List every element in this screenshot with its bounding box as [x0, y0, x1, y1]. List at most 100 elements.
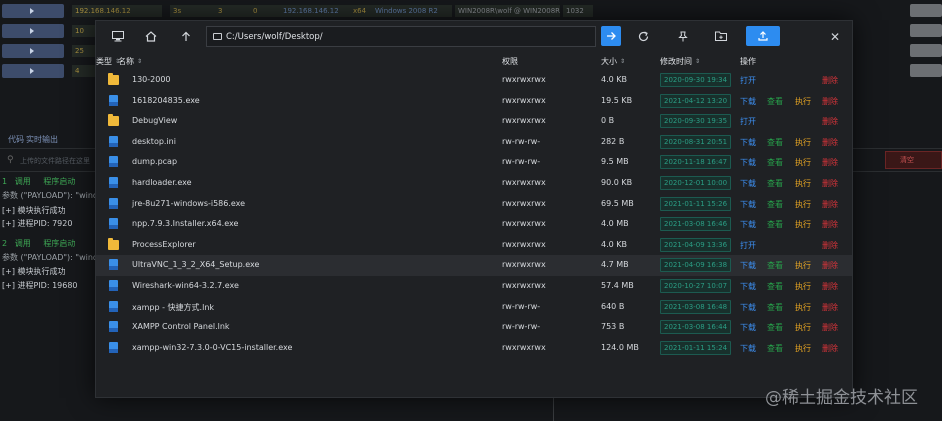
- delete-action[interactable]: 删除: [822, 116, 838, 127]
- delete-action[interactable]: 删除: [822, 137, 838, 148]
- file-name[interactable]: UltraVNC_1_3_2_X64_Setup.exe: [132, 260, 259, 269]
- view-action[interactable]: 查看: [767, 302, 783, 313]
- path-field[interactable]: [206, 26, 596, 47]
- open-action[interactable]: 打开: [740, 75, 756, 86]
- file-row[interactable]: ProcessExplorer rwxrwxrwx 4.0 KB 2021-04-09…: [96, 235, 852, 256]
- file-name[interactable]: 130-2000: [132, 75, 171, 84]
- open-action[interactable]: 打开: [740, 116, 756, 127]
- exec-action[interactable]: 执行: [795, 137, 811, 148]
- file-name[interactable]: DebugView: [132, 116, 177, 125]
- file-row[interactable]: hardloader.exe rwxrwxrwx 90.0 KB 2020-12-01…: [96, 173, 852, 194]
- file-name[interactable]: XAMPP Control Panel.lnk: [132, 322, 230, 331]
- download-action[interactable]: 下载: [740, 281, 756, 292]
- home-icon[interactable]: [141, 26, 161, 46]
- path-input[interactable]: [226, 31, 586, 42]
- exec-action[interactable]: 执行: [795, 281, 811, 292]
- delete-action[interactable]: 删除: [822, 96, 838, 107]
- background-clear-button[interactable]: 清空: [885, 151, 942, 169]
- exec-action[interactable]: 执行: [795, 219, 811, 230]
- background-side-button[interactable]: [910, 4, 942, 17]
- file-row[interactable]: xampp-win32-7.3.0-0-VC15-installer.exe rw…: [96, 338, 852, 359]
- file-name[interactable]: jre-8u271-windows-i586.exe: [132, 199, 245, 208]
- background-side-button[interactable]: [910, 64, 942, 77]
- view-action[interactable]: 查看: [767, 157, 783, 168]
- exec-action[interactable]: 执行: [795, 96, 811, 107]
- go-button[interactable]: [601, 26, 621, 46]
- close-icon[interactable]: ✕: [830, 30, 840, 44]
- view-action[interactable]: 查看: [767, 219, 783, 230]
- computer-icon[interactable]: [108, 26, 128, 46]
- exec-action[interactable]: 执行: [795, 157, 811, 168]
- download-action[interactable]: 下载: [740, 157, 756, 168]
- delete-action[interactable]: 删除: [822, 240, 838, 251]
- pin-icon[interactable]: [673, 26, 693, 46]
- delete-action[interactable]: 删除: [822, 75, 838, 86]
- file-name[interactable]: dump.pcap: [132, 157, 177, 166]
- view-action[interactable]: 查看: [767, 178, 783, 189]
- refresh-icon[interactable]: [633, 26, 653, 46]
- background-side-button[interactable]: [910, 24, 942, 37]
- background-session-row[interactable]: 192.168.146.12 3s 3 0 192.168.146.12 x64 Windo…: [0, 4, 942, 20]
- file-name[interactable]: ProcessExplorer: [132, 240, 196, 249]
- file-row[interactable]: Wireshark-win64-3.2.7.exe rwxrwxrwx 57.4 M…: [96, 276, 852, 297]
- background-tab[interactable]: 代码: [8, 134, 24, 145]
- upload-button[interactable]: [746, 26, 780, 46]
- file-name[interactable]: 1618204835.exe: [132, 96, 200, 105]
- delete-action[interactable]: 删除: [822, 302, 838, 313]
- view-action[interactable]: 查看: [767, 343, 783, 354]
- file-row[interactable]: 1618204835.exe rwxrwxrwx 19.5 KB 2021-04-12…: [96, 91, 852, 112]
- download-action[interactable]: 下载: [740, 322, 756, 333]
- column-modified[interactable]: 修改时间 ⇕: [660, 56, 700, 67]
- column-size[interactable]: 大小 ⇕: [601, 56, 625, 67]
- exec-action[interactable]: 执行: [795, 302, 811, 313]
- download-action[interactable]: 下载: [740, 302, 756, 313]
- play-button[interactable]: [2, 4, 64, 18]
- delete-action[interactable]: 删除: [822, 322, 838, 333]
- view-action[interactable]: 查看: [767, 199, 783, 210]
- file-name[interactable]: hardloader.exe: [132, 178, 192, 187]
- exec-action[interactable]: 执行: [795, 322, 811, 333]
- exec-action[interactable]: 执行: [795, 343, 811, 354]
- download-action[interactable]: 下载: [740, 96, 756, 107]
- delete-action[interactable]: 删除: [822, 260, 838, 271]
- file-name[interactable]: xampp - 快捷方式.lnk: [132, 302, 214, 313]
- file-row[interactable]: dump.pcap rw-rw-rw- 9.5 MB 2020-11-18 16:47…: [96, 152, 852, 173]
- delete-action[interactable]: 删除: [822, 178, 838, 189]
- exec-action[interactable]: 执行: [795, 178, 811, 189]
- file-name[interactable]: xampp-win32-7.3.0-0-VC15-installer.exe: [132, 343, 292, 352]
- arrow-up-icon[interactable]: [176, 26, 196, 46]
- exec-action[interactable]: 执行: [795, 260, 811, 271]
- view-action[interactable]: 查看: [767, 137, 783, 148]
- delete-action[interactable]: 删除: [822, 157, 838, 168]
- file-row[interactable]: npp.7.9.3.Installer.x64.exe rwxrwxrwx 4.0 …: [96, 214, 852, 235]
- file-row[interactable]: XAMPP Control Panel.lnk rw-rw-rw- 753 B 202…: [96, 317, 852, 338]
- exec-action[interactable]: 执行: [795, 199, 811, 210]
- download-action[interactable]: 下载: [740, 178, 756, 189]
- play-button[interactable]: [2, 64, 64, 78]
- column-name[interactable]: 名称 ⇕: [118, 56, 142, 67]
- background-side-button[interactable]: [910, 44, 942, 57]
- new-folder-icon[interactable]: [711, 26, 731, 46]
- file-row[interactable]: xampp - 快捷方式.lnk rw-rw-rw- 640 B 2021-03-08…: [96, 297, 852, 318]
- view-action[interactable]: 查看: [767, 322, 783, 333]
- delete-action[interactable]: 删除: [822, 219, 838, 230]
- file-name[interactable]: Wireshark-win64-3.2.7.exe: [132, 281, 239, 290]
- column-type[interactable]: 类型 ⇕: [96, 56, 120, 67]
- download-action[interactable]: 下载: [740, 137, 756, 148]
- download-action[interactable]: 下载: [740, 219, 756, 230]
- file-row[interactable]: DebugView rwxrwxrwx 0 B 2020-09-30 19:35 打开 删…: [96, 111, 852, 132]
- delete-action[interactable]: 删除: [822, 281, 838, 292]
- download-action[interactable]: 下载: [740, 260, 756, 271]
- background-tab[interactable]: 实时输出: [26, 134, 58, 145]
- file-row[interactable]: 130-2000 rwxrwxrwx 4.0 KB 2020-09-30 19:34 打…: [96, 70, 852, 91]
- play-button[interactable]: [2, 24, 64, 38]
- delete-action[interactable]: 删除: [822, 343, 838, 354]
- file-name[interactable]: desktop.ini: [132, 137, 176, 146]
- view-action[interactable]: 查看: [767, 281, 783, 292]
- file-name[interactable]: npp.7.9.3.Installer.x64.exe: [132, 219, 238, 228]
- view-action[interactable]: 查看: [767, 96, 783, 107]
- file-row[interactable]: jre-8u271-windows-i586.exe rwxrwxrwx 69.5 …: [96, 194, 852, 215]
- file-row[interactable]: desktop.ini rw-rw-rw- 282 B 2020-08-31 20:5…: [96, 132, 852, 153]
- download-action[interactable]: 下载: [740, 199, 756, 210]
- download-action[interactable]: 下载: [740, 343, 756, 354]
